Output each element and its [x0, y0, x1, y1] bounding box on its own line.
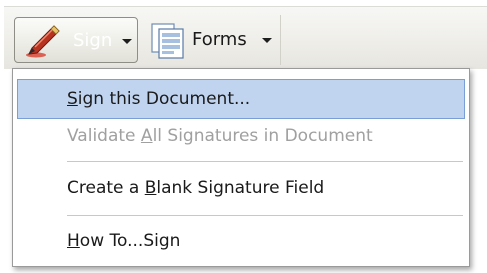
menu-item-mnemonic: A [140, 126, 153, 146]
chevron-down-icon [122, 39, 132, 44]
menu-item-label: Validate [67, 126, 141, 146]
menu-item-mnemonic: H [67, 231, 80, 251]
forms-button[interactable]: Forms [144, 17, 276, 63]
chevron-down-icon [262, 38, 272, 43]
menu-item-sign-this-document[interactable]: Sign this Document... [17, 79, 465, 119]
sign-button[interactable]: Sign [14, 17, 138, 63]
menu-divider [67, 215, 463, 216]
menu-item-mnemonic: S [67, 89, 78, 109]
menu-divider [67, 161, 463, 162]
sign-button-label: Sign [73, 30, 113, 51]
menu-item-mnemonic: B [144, 178, 157, 198]
menu-item-how-to-sign[interactable]: How To...Sign [17, 222, 465, 262]
sign-dropdown-menu: Sign this Document... Validate All Signa… [12, 68, 470, 267]
menu-item-label: ll Signatures in Document [152, 126, 373, 146]
menu-item-label: Create a [67, 178, 145, 198]
forms-button-label: Forms [192, 29, 247, 50]
toolbar: Sign Forms [4, 6, 487, 69]
forms-document-icon [151, 23, 184, 59]
menu-item-create-blank-signature-field[interactable]: Create a Blank Signature Field [17, 169, 465, 209]
menu-item-label: lank Signature Field [156, 178, 325, 198]
menu-item-label: ow To...Sign [79, 231, 181, 251]
menu-item-validate-all-signatures: Validate All Signatures in Document [17, 117, 465, 157]
toolbar-divider [280, 15, 281, 65]
menu-item-label: ign this Document... [77, 89, 251, 109]
pen-icon [26, 25, 60, 58]
app-window: Sign Forms Sign this Document... Validat… [0, 0, 487, 273]
